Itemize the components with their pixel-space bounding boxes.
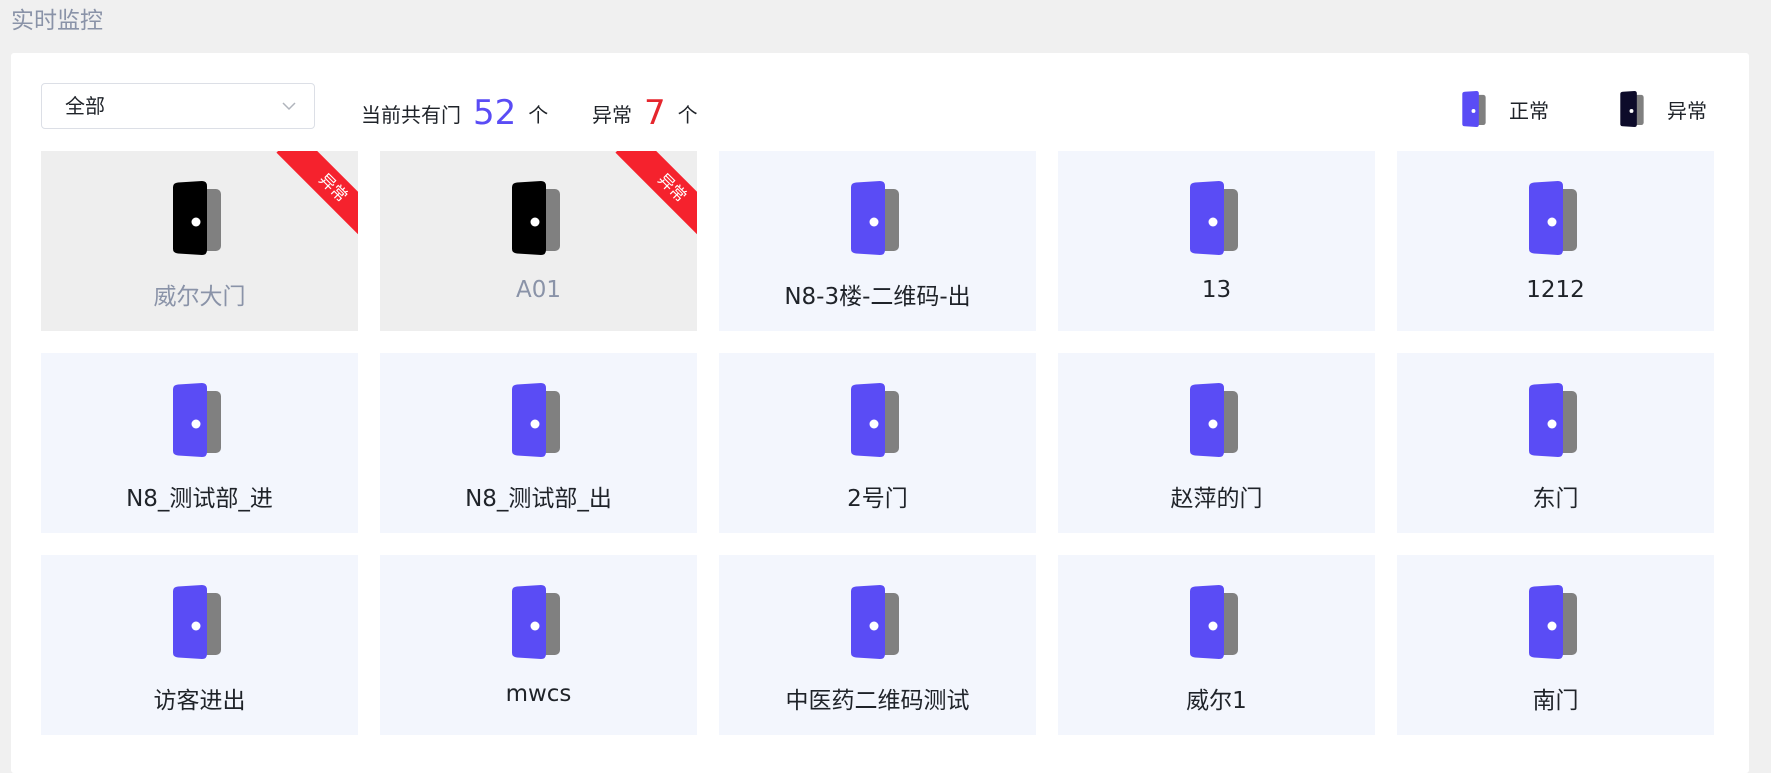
door-card[interactable]: 13 <box>1058 151 1375 331</box>
door-normal-icon <box>1190 383 1238 457</box>
monitor-panel: 全部 当前共有门 52 个 异常 7 个 正常 异常 威尔大门 异常 A01 异… <box>11 53 1749 773</box>
door-name: 赵萍的门 <box>1170 486 1263 512</box>
door-card[interactable]: N8-3楼-二维码-出 <box>719 151 1036 331</box>
door-normal-icon <box>1529 383 1577 457</box>
door-card[interactable]: 2号门 <box>719 353 1036 533</box>
door-normal-icon <box>1462 91 1486 127</box>
abnormal-doors-count: 7 <box>644 93 666 133</box>
door-name: 访客进出 <box>153 688 246 714</box>
door-normal-icon <box>1190 181 1238 255</box>
door-normal-icon <box>512 585 560 659</box>
door-normal-icon <box>1529 181 1577 255</box>
chevron-down-icon <box>282 102 296 111</box>
page-title: 实时监控 <box>11 8 103 34</box>
door-normal-icon <box>173 585 221 659</box>
door-name: 13 <box>1201 277 1232 303</box>
door-card[interactable]: 东门 <box>1397 353 1714 533</box>
legend-abnormal: 异常 <box>1617 91 1707 127</box>
door-normal-icon <box>851 585 899 659</box>
door-name: 东门 <box>1532 486 1579 512</box>
door-name: 中医药二维码测试 <box>785 688 970 714</box>
door-normal-icon <box>851 181 899 255</box>
door-grid: 威尔大门 异常 A01 异常 N8-3楼-二维码-出 13 1212 N8_测试部_进 N8_测… <box>41 151 1721 735</box>
door-name: A01 <box>515 277 561 303</box>
door-card[interactable]: N8_测试部_进 <box>41 353 358 533</box>
door-name: N8-3楼-二维码-出 <box>784 284 971 310</box>
legend-abnormal-label: 异常 <box>1667 98 1707 123</box>
door-card[interactable]: 南门 <box>1397 555 1714 735</box>
abnormal-doors-stat: 异常 7 个 <box>592 83 698 133</box>
total-doors-stat: 当前共有门 52 个 <box>361 83 549 133</box>
abnormal-ribbon: 异常 <box>607 151 697 241</box>
door-name: mwcs <box>505 681 572 707</box>
door-abnormal-icon <box>173 181 221 255</box>
door-abnormal-icon <box>1620 91 1644 127</box>
door-name: 1212 <box>1526 277 1585 303</box>
abnormal-badge: 异常 <box>276 151 358 241</box>
total-doors-label: 当前共有门 <box>361 103 461 127</box>
abnormal-badge: 异常 <box>615 151 697 241</box>
door-name: 2号门 <box>847 486 908 512</box>
total-doors-unit: 个 <box>528 103 549 127</box>
abnormal-doors-label: 异常 <box>592 103 632 127</box>
door-card[interactable]: mwcs <box>380 555 697 735</box>
door-name: 威尔大门 <box>153 284 246 310</box>
door-abnormal-icon <box>512 181 560 255</box>
door-normal-icon <box>173 383 221 457</box>
legend-normal: 正常 <box>1459 91 1549 127</box>
door-card[interactable]: A01 异常 <box>380 151 697 331</box>
door-name: N8_测试部_进 <box>126 486 273 512</box>
door-card[interactable]: N8_测试部_出 <box>380 353 697 533</box>
door-normal-icon <box>1190 585 1238 659</box>
toolbar: 全部 当前共有门 52 个 异常 7 个 正常 异常 <box>41 83 1719 133</box>
door-card[interactable]: 威尔1 <box>1058 555 1375 735</box>
door-card[interactable]: 访客进出 <box>41 555 358 735</box>
legend-normal-label: 正常 <box>1509 98 1549 123</box>
door-card[interactable]: 威尔大门 异常 <box>41 151 358 331</box>
status-filter-value: 全部 <box>65 94 105 118</box>
total-doors-count: 52 <box>473 93 517 133</box>
door-card[interactable]: 赵萍的门 <box>1058 353 1375 533</box>
door-card[interactable]: 中医药二维码测试 <box>719 555 1036 735</box>
door-name: 南门 <box>1532 688 1579 714</box>
door-normal-icon <box>1529 585 1577 659</box>
abnormal-ribbon: 异常 <box>268 151 358 241</box>
door-name: 威尔1 <box>1186 688 1247 714</box>
door-card[interactable]: 1212 <box>1397 151 1714 331</box>
abnormal-doors-unit: 个 <box>677 103 698 127</box>
door-normal-icon <box>851 383 899 457</box>
door-normal-icon <box>512 383 560 457</box>
door-name: N8_测试部_出 <box>465 486 612 512</box>
status-filter-select[interactable]: 全部 <box>41 83 315 129</box>
